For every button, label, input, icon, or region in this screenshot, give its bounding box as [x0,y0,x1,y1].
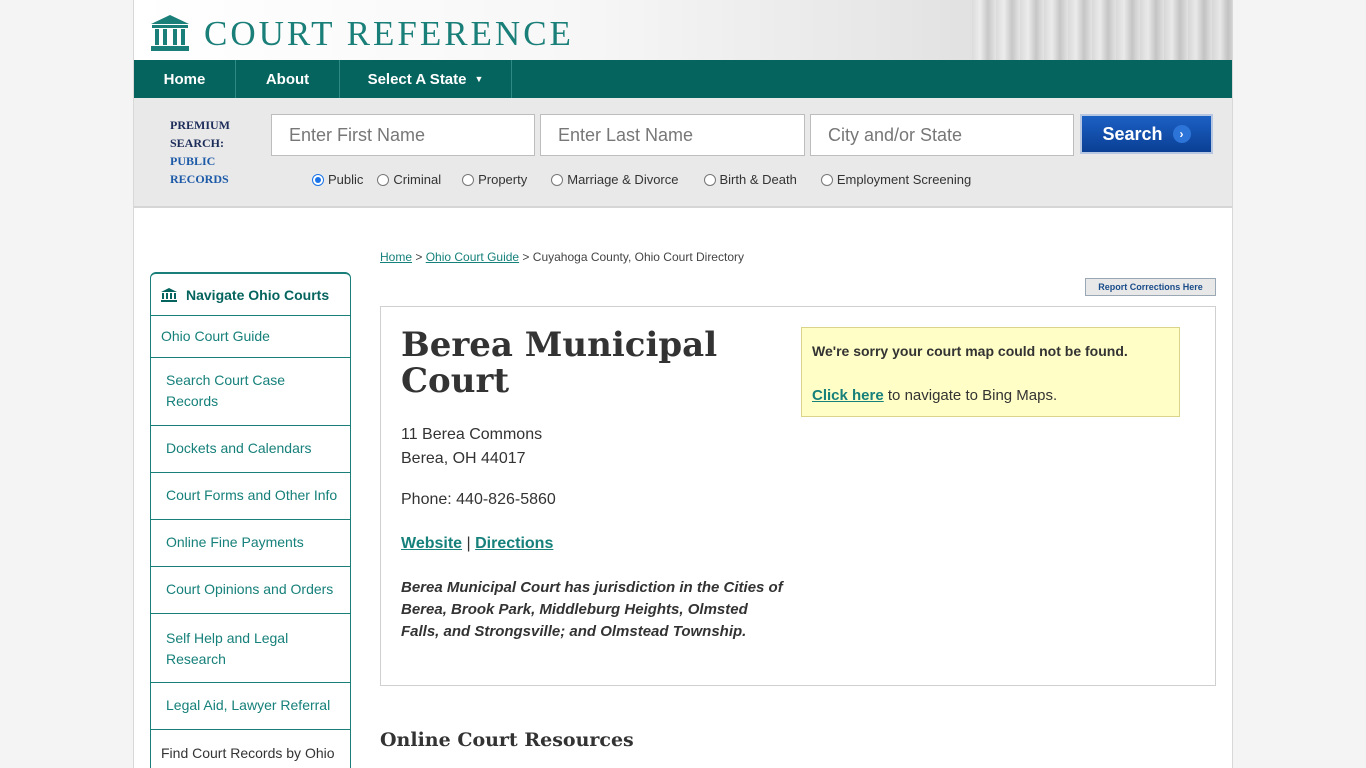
search-button[interactable]: Search › [1080,114,1213,154]
logo-text: COURT REFERENCE [204,13,574,53]
premium-label-line4: RECORDS [170,172,229,186]
premium-label-line1: PREMIUM [170,118,230,132]
main-nav: Home About Select A State ▼ [134,60,1232,98]
address-line-2: Berea, OH 44017 [401,450,526,467]
radio-public-label: Public [328,172,364,187]
sidebar-item-online-fine-payments[interactable]: Online Fine Payments [151,520,350,567]
courthouse-icon [151,15,189,51]
sidebar-item-self-help[interactable]: Self Help and Legal Research [151,614,350,683]
link-separator: | [462,535,476,552]
court-name-heading: Berea Municipal Court [401,325,718,401]
last-name-input[interactable] [540,114,805,156]
radio-employment-screening[interactable]: Employment Screening [820,172,972,187]
premium-search-bar: PREMIUM SEARCH: PUBLIC RECORDS Search › … [134,98,1232,208]
search-button-label: Search [1102,123,1163,144]
first-name-input[interactable] [271,114,535,156]
court-phone: Phone: 440-826-5860 [401,491,556,508]
radio-employment-screening-label: Employment Screening [836,172,972,187]
radio-property[interactable]: Property [462,172,527,187]
address-line-1: 11 Berea Commons [401,426,543,443]
nav-about[interactable]: About [236,60,340,98]
map-not-found-notice: We're sorry your court map could not be … [801,327,1180,417]
radio-criminal-dot[interactable] [377,173,390,186]
premium-label-line2: SEARCH: [170,136,225,150]
page-container: COURT REFERENCE Home About Select A Stat… [133,0,1233,768]
online-court-resources-heading: Online Court Resources [380,729,634,751]
court-jurisdiction-description: Berea Municipal Court has jurisdiction i… [401,579,783,640]
nav-home[interactable]: Home [134,60,236,98]
court-navigation-sidebar: Navigate Ohio Courts Ohio Court Guide Se… [150,272,351,768]
record-type-radio-group: Public Criminal Property Marriage & Divo… [312,172,971,187]
sidebar-item-ohio-court-guide[interactable]: Ohio Court Guide [151,316,350,358]
premium-label-line3: PUBLIC [170,154,216,168]
breadcrumb-ohio-guide-link[interactable]: Ohio Court Guide [426,250,519,264]
radio-employment-screening-dot[interactable] [820,173,833,186]
radio-birth-death-label: Birth & Death [719,172,797,187]
site-logo[interactable]: COURT REFERENCE [150,14,574,52]
premium-search-label: PREMIUM SEARCH: PUBLIC RECORDS [170,116,230,188]
radio-marriage-divorce[interactable]: Marriage & Divorce [551,172,679,187]
radio-marriage-divorce-dot[interactable] [551,173,564,186]
radio-property-dot[interactable] [462,173,475,186]
map-error-message: We're sorry your court map could not be … [812,343,1128,359]
website-link[interactable]: Website [401,535,462,552]
chevron-right-icon: › [1172,125,1191,143]
breadcrumb-separator: > [412,250,426,264]
breadcrumb-home-link[interactable]: Home [380,250,412,264]
breadcrumb: Home > Ohio Court Guide > Cuyahoga Count… [380,250,744,264]
sidebar-item-search-case-records[interactable]: Search Court Case Records [151,358,350,426]
courthouse-icon [161,287,177,302]
banner-columns-image [972,0,1232,60]
radio-public-dot[interactable] [312,173,324,186]
breadcrumb-separator: > [519,250,533,264]
breadcrumb-current: Cuyahoga County, Ohio Court Directory [532,250,744,264]
sidebar-title: Navigate Ohio Courts [186,286,330,303]
caret-down-icon: ▼ [474,74,484,84]
radio-public[interactable]: Public [312,172,363,187]
sidebar-item-court-opinions[interactable]: Court Opinions and Orders [151,567,350,614]
header-banner: COURT REFERENCE [134,0,1232,60]
sidebar-county-heading: Find Court Records by Ohio County: [161,745,335,768]
city-state-input[interactable] [810,114,1074,156]
radio-marriage-divorce-label: Marriage & Divorce [567,172,679,187]
sidebar-item-dockets-calendars[interactable]: Dockets and Calendars [151,426,350,473]
map-notice-suffix: to navigate to Bing Maps. [883,387,1058,404]
sidebar-item-legal-aid[interactable]: Legal Aid, Lawyer Referral [151,683,350,730]
court-address: 11 Berea Commons Berea, OH 44017 [401,423,542,471]
sidebar-item-court-forms[interactable]: Court Forms and Other Info [151,473,350,520]
report-corrections-button[interactable]: Report Corrections Here [1085,278,1216,296]
radio-criminal[interactable]: Criminal [377,172,441,187]
radio-birth-death[interactable]: Birth & Death [703,172,797,187]
radio-birth-death-dot[interactable] [703,173,716,186]
bing-maps-link[interactable]: Click here [812,387,884,404]
radio-criminal-label: Criminal [393,172,442,187]
radio-property-label: Property [478,172,528,187]
court-links: Website | Directions [401,535,553,553]
nav-select-state[interactable]: Select A State ▼ [340,60,512,98]
court-detail-card: Berea Municipal Court 11 Berea Commons B… [380,306,1216,686]
directions-link[interactable]: Directions [475,535,553,552]
sidebar-header: Navigate Ohio Courts [151,274,350,316]
nav-select-state-label: Select A State [367,70,467,88]
